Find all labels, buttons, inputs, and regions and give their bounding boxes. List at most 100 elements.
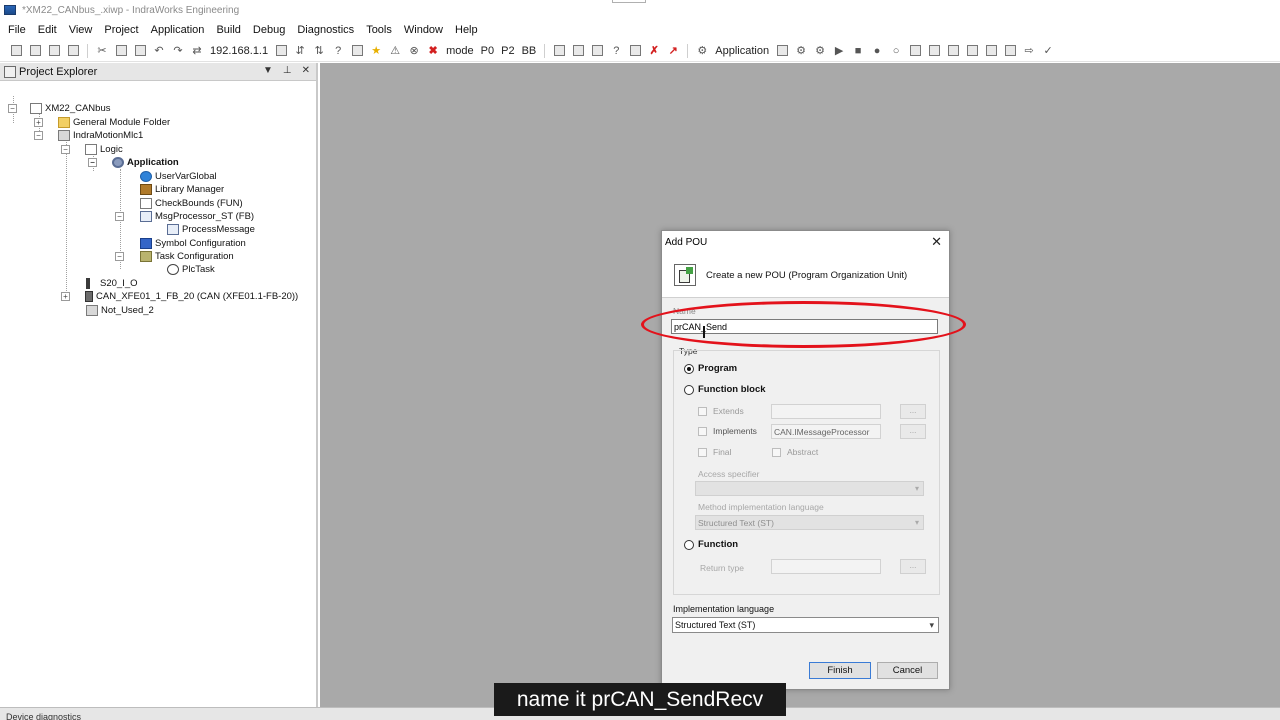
upload-icon[interactable]: ⇵ [292,43,308,59]
tree-item-plc-task[interactable]: PlcTask [167,263,215,276]
flow-icon[interactable]: ⇨ [1021,43,1037,59]
stop-square-icon[interactable]: ■ [850,43,866,59]
collapse-icon[interactable]: − [61,145,70,154]
device-icon[interactable] [349,43,365,59]
new-project-icon[interactable] [8,43,24,59]
trend-icon[interactable]: ↗ [665,43,681,59]
step-over-icon[interactable] [926,43,942,59]
tree-item-device[interactable]: − IndraMotionMlc1 [34,129,143,142]
menu-view[interactable]: View [63,24,99,36]
logout-icon[interactable]: ✗ [646,43,662,59]
tree-item-s20-io[interactable]: S20_I_O [86,277,138,290]
warning-icon[interactable]: ⚠ [387,43,403,59]
ip-address[interactable]: 192.168.1.1 [208,45,270,57]
disconnect-icon[interactable] [627,43,643,59]
help-query-icon[interactable]: ? [330,43,346,59]
menu-diagnostics[interactable]: Diagnostics [291,24,360,36]
network-icon[interactable]: ⇄ [189,43,205,59]
tree-item-check-bounds[interactable]: CheckBounds (FUN) [140,197,243,210]
p0-button[interactable]: P0 [479,45,496,57]
cancel-button[interactable]: Cancel [877,662,938,679]
menu-project[interactable]: Project [98,24,144,36]
rebuild-icon[interactable]: ⚙ [812,43,828,59]
collapse-icon[interactable]: − [34,131,43,140]
tree-item-process-message[interactable]: ProcessMessage [167,223,255,236]
access-specifier-select[interactable]: ▾ [695,481,924,496]
paste-icon[interactable] [132,43,148,59]
implements-checkbox[interactable]: Implements [698,426,757,436]
cut-icon[interactable]: ✂ [94,43,110,59]
active-application-label[interactable]: Application [713,45,771,57]
tree-item-can-xfe[interactable]: + CAN_XFE01_1_FB_20 (CAN (XFE01.1-FB-20)… [61,290,298,303]
function-block-radio[interactable]: Function block [684,384,766,395]
tree-item-logic[interactable]: − Logic [61,143,123,156]
dialog-close-icon[interactable]: ✕ [931,234,942,250]
copy-icon[interactable] [113,43,129,59]
dropdown-icon[interactable]: ▼ [263,65,273,76]
force-icon[interactable] [1002,43,1018,59]
breakpoint-disabled-icon[interactable]: ○ [888,43,904,59]
menu-debug[interactable]: Debug [247,24,291,36]
step-into-icon[interactable] [945,43,961,59]
check-icon[interactable]: ✓ [1040,43,1056,59]
step-out-icon[interactable] [964,43,980,59]
menu-help[interactable]: Help [449,24,484,36]
tree-item-root[interactable]: − XM22_CANbus [8,102,110,115]
open-project-icon[interactable] [27,43,43,59]
save-all-icon[interactable] [65,43,81,59]
return-type-browse-button[interactable]: ... [900,559,926,574]
tree-item-not-used[interactable]: Not_Used_2 [86,304,154,317]
menu-tools[interactable]: Tools [360,24,398,36]
tree-item-symbol-configuration[interactable]: Symbol Configuration [140,237,246,250]
device-diagnostics-tab[interactable]: Device diagnostics [6,712,81,720]
error-icon[interactable]: ✖ [425,43,441,59]
impl-lang-select[interactable]: Structured Text (ST) ▾ [672,617,939,633]
close-icon[interactable]: ✕ [302,65,310,76]
collapse-icon[interactable]: − [8,104,17,113]
implements-browse-button[interactable]: ... [900,424,926,439]
method-impl-lang-select[interactable]: Structured Text (ST) ▾ [695,515,924,530]
run-to-cursor-icon[interactable] [983,43,999,59]
menu-application[interactable]: Application [145,24,211,36]
save-icon[interactable] [46,43,62,59]
implements-field[interactable]: CAN.IMessageProcessor [771,424,881,439]
stop-icon[interactable]: ⊗ [406,43,422,59]
build-icon[interactable]: ⚙ [793,43,809,59]
bb-button[interactable]: BB [520,45,539,57]
tree-item-user-var-global[interactable]: UserVarGlobal [140,170,217,183]
function-radio[interactable]: Function [684,539,738,550]
undo-icon[interactable]: ↶ [151,43,167,59]
app-settings-icon[interactable] [774,43,790,59]
expand-icon[interactable]: + [34,118,43,127]
return-type-field[interactable] [771,559,881,574]
collapse-icon[interactable]: − [88,158,97,167]
tree-item-task-configuration[interactable]: − Task Configuration [115,250,234,263]
menu-build[interactable]: Build [210,24,246,36]
final-checkbox[interactable]: Final [698,447,731,457]
star-icon[interactable]: ★ [368,43,384,59]
program-radio[interactable]: Program [684,363,737,374]
expand-icon[interactable]: + [61,292,70,301]
play-icon[interactable]: ▶ [831,43,847,59]
application-gear-icon[interactable]: ⚙ [694,43,710,59]
compare-icon[interactable]: ⇅ [311,43,327,59]
extends-browse-button[interactable]: ... [900,404,926,419]
finish-button[interactable]: Finish [809,662,871,679]
download-icon[interactable] [551,43,567,59]
tree-item-general-module-folder[interactable]: + General Module Folder [34,116,170,129]
p2-button[interactable]: P2 [499,45,516,57]
collapse-icon[interactable]: − [115,212,124,221]
collapse-icon[interactable]: − [115,252,124,261]
mode-label[interactable]: mode [444,45,476,57]
extends-checkbox[interactable]: Extends [698,406,744,416]
redo-icon[interactable]: ↷ [170,43,186,59]
menu-file[interactable]: File [2,24,32,36]
tree-item-msg-processor[interactable]: − MsgProcessor_ST (FB) [115,210,254,223]
pin-icon[interactable]: ⊥ [283,65,292,76]
tree-item-library-manager[interactable]: Library Manager [140,183,224,196]
abstract-checkbox[interactable]: Abstract [772,447,818,457]
query-icon[interactable]: ? [608,43,624,59]
step-icon[interactable] [907,43,923,59]
extends-field[interactable] [771,404,881,419]
reset-icon[interactable] [589,43,605,59]
